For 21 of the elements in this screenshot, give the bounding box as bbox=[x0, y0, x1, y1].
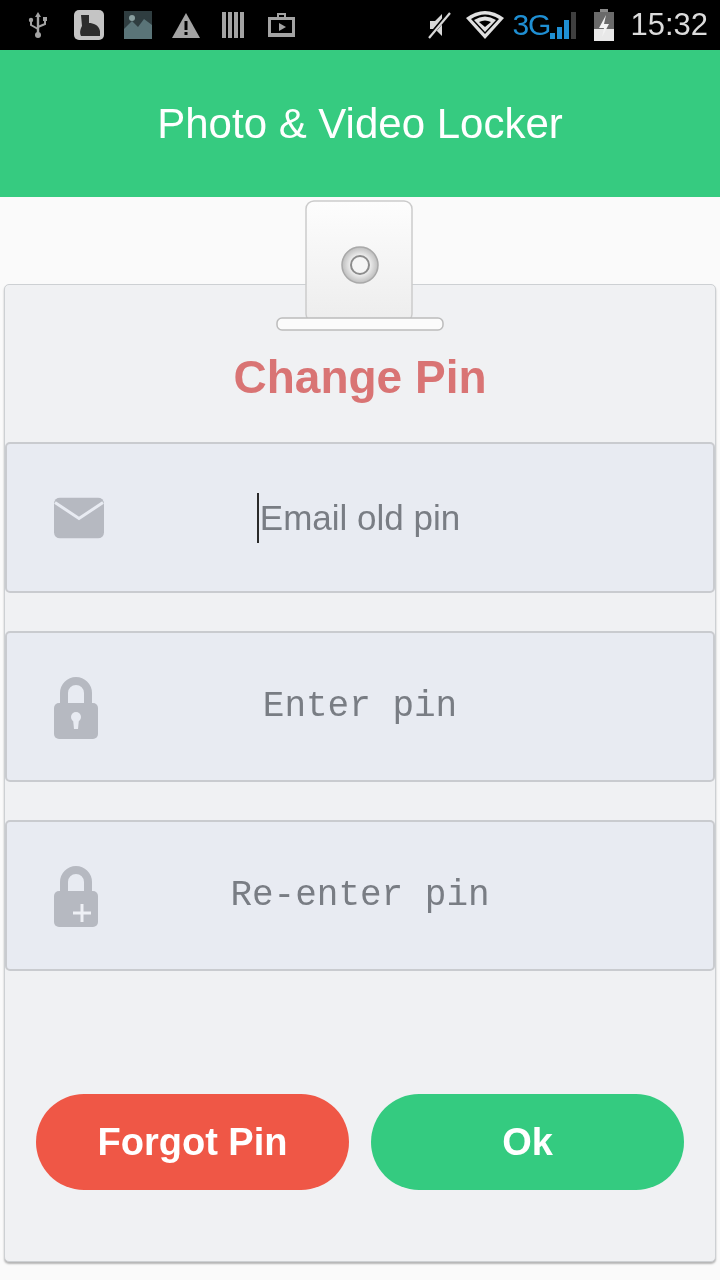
dialog-title: Change Pin bbox=[233, 350, 487, 405]
clock-time: 15:32 bbox=[630, 8, 708, 42]
muted-speaker-icon bbox=[426, 11, 453, 39]
wifi-icon bbox=[466, 11, 505, 39]
forgot-pin-button[interactable]: Forgot Pin bbox=[36, 1094, 349, 1190]
padlock-icon bbox=[54, 674, 98, 739]
pin-field[interactable]: Enter pin bbox=[5, 631, 715, 782]
briefcase-icon bbox=[268, 13, 295, 37]
picture-icon bbox=[124, 11, 152, 39]
usb-icon bbox=[28, 12, 48, 38]
ok-button[interactable]: Ok bbox=[371, 1094, 684, 1190]
app-title: Photo & Video Locker bbox=[157, 98, 563, 149]
bars-icon bbox=[222, 12, 244, 38]
network-type: 3G bbox=[512, 9, 551, 41]
app-tile-icon bbox=[74, 10, 104, 40]
email-field[interactable]: Email old pin bbox=[5, 442, 715, 593]
envelope-icon bbox=[54, 497, 104, 538]
battery-charging-icon bbox=[594, 9, 615, 41]
warning-icon bbox=[172, 12, 200, 38]
padlock-plus-icon bbox=[54, 864, 98, 927]
pin-field[interactable]: Re-enter pin bbox=[5, 820, 715, 971]
